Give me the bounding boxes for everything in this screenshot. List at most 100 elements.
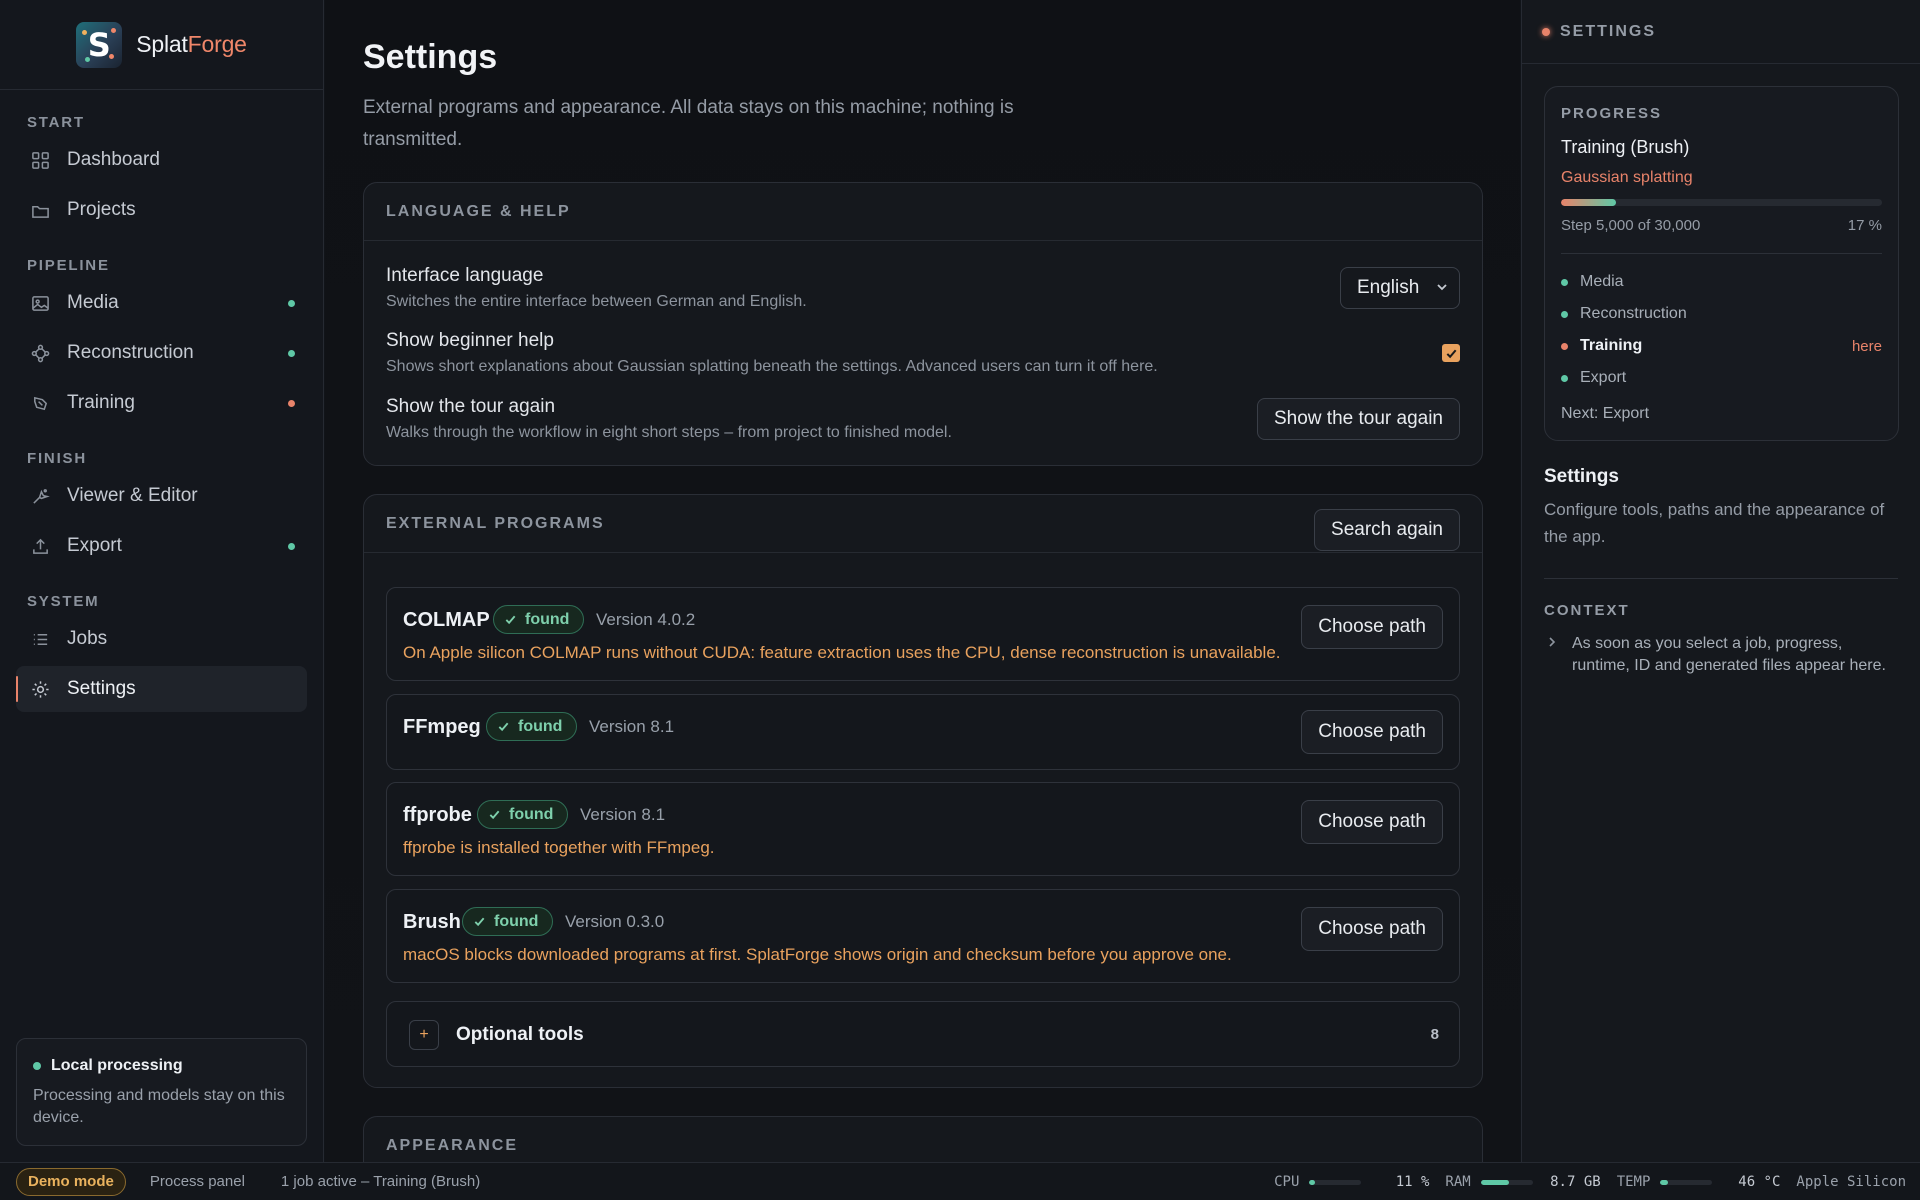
cpu-value: 11 % bbox=[1395, 1174, 1430, 1190]
expand-plus-icon: + bbox=[409, 1020, 439, 1050]
program-note: On Apple silicon COLMAP runs without CUD… bbox=[403, 643, 1281, 662]
program-note: ffprobe is installed together with FFmpe… bbox=[403, 838, 715, 857]
program-name: ffprobe bbox=[403, 804, 472, 826]
setting-interface-language: Interface language Switches the entire i… bbox=[386, 265, 1460, 311]
status-dot bbox=[288, 299, 295, 307]
optional-tools-label: Optional tools bbox=[456, 1024, 584, 1045]
card-header: APPEARANCE bbox=[364, 1117, 1482, 1162]
program-version: Version 8.1 bbox=[589, 717, 675, 736]
choose-path-button[interactable]: Choose path bbox=[1301, 605, 1443, 649]
process-panel-link[interactable]: Process panel bbox=[150, 1173, 245, 1190]
check-icon bbox=[474, 917, 485, 927]
sidebar-item-projects[interactable]: Projects bbox=[16, 187, 307, 233]
sidebar-item-settings[interactable]: Settings bbox=[16, 666, 307, 712]
sidebar-item-media[interactable]: Media bbox=[16, 280, 307, 326]
check-icon bbox=[489, 810, 500, 820]
program-version: Version 8.1 bbox=[580, 805, 666, 824]
choose-path-button[interactable]: Choose path bbox=[1301, 800, 1443, 844]
status-badge: found bbox=[493, 605, 585, 634]
setting-title: Show beginner help bbox=[386, 330, 554, 351]
brand[interactable]: S SplatForge bbox=[0, 0, 323, 90]
program-colmap: COLMAP found Version 4.0.2 On Apple sili… bbox=[386, 587, 1460, 681]
ram-label: RAM bbox=[1445, 1174, 1471, 1190]
page-title: Settings bbox=[363, 38, 498, 76]
program-name: FFmpeg bbox=[403, 716, 481, 738]
panel-header: SETTINGS bbox=[1522, 0, 1920, 64]
sidebar-item-reconstruction[interactable]: Reconstruction bbox=[16, 330, 307, 376]
sidebar-item-label: Reconstruction bbox=[67, 342, 194, 363]
optional-tools-count: 8 bbox=[1430, 1026, 1439, 1043]
stage-media: Media bbox=[1561, 273, 1882, 291]
progress-bar bbox=[1561, 199, 1882, 206]
choose-path-button[interactable]: Choose path bbox=[1301, 710, 1443, 754]
next-stage: Next: Export bbox=[1561, 405, 1650, 422]
temp-bar-fill bbox=[1660, 1179, 1669, 1185]
program-ffprobe: ffprobe found Version 8.1 ffprobe is ins… bbox=[386, 782, 1460, 876]
list-icon bbox=[30, 629, 50, 649]
temp-metric: TEMP 46 °C bbox=[1617, 1174, 1797, 1190]
sidebar-item-viewer-editor[interactable]: Viewer & Editor bbox=[16, 473, 307, 519]
status-dot bbox=[1561, 278, 1568, 286]
stage-reconstruction: Reconstruction bbox=[1561, 305, 1882, 323]
choose-path-button[interactable]: Choose path bbox=[1301, 907, 1443, 951]
progress-card: PROGRESS Training (Brush) Gaussian splat… bbox=[1544, 86, 1899, 441]
nav-section-system: SYSTEM bbox=[27, 593, 100, 610]
setting-title: Interface language bbox=[386, 265, 544, 286]
program-version: Version 4.0.2 bbox=[596, 610, 696, 629]
divider bbox=[1561, 253, 1882, 254]
show-tour-button[interactable]: Show the tour again bbox=[1256, 398, 1460, 440]
card-header: LANGUAGE & HELP bbox=[364, 183, 1482, 241]
context-label: CONTEXT bbox=[1544, 602, 1630, 619]
status-dot bbox=[1542, 27, 1550, 36]
cpu-bar bbox=[1309, 1179, 1362, 1185]
progress-subtitle: Gaussian splatting bbox=[1561, 169, 1693, 186]
language-select[interactable]: English bbox=[1340, 267, 1460, 309]
export-icon bbox=[30, 536, 50, 556]
local-processing-text: Processing and models stay on this devic… bbox=[33, 1087, 285, 1126]
demo-mode-badge[interactable]: Demo mode bbox=[16, 1167, 126, 1196]
setting-desc: Shows short explanations about Gaussian … bbox=[386, 358, 1158, 375]
sidebar-item-export[interactable]: Export bbox=[16, 523, 307, 569]
program-name: Brush bbox=[403, 911, 461, 933]
beginner-help-checkbox[interactable] bbox=[1442, 344, 1460, 362]
status-dot bbox=[288, 399, 295, 407]
sidebar-item-label: Jobs bbox=[67, 628, 108, 649]
sidebar-item-label: Dashboard bbox=[67, 149, 160, 170]
sidebar: S SplatForge START Dashboard Projects PI… bbox=[0, 0, 324, 1162]
chip-label: Apple Silicon bbox=[1796, 1174, 1906, 1190]
sidebar-item-jobs[interactable]: Jobs bbox=[16, 616, 307, 662]
logo-letter: S bbox=[87, 25, 111, 64]
status-dot bbox=[33, 1062, 41, 1070]
sidebar-item-label: Training bbox=[67, 392, 135, 413]
program-version: Version 0.3.0 bbox=[565, 912, 665, 931]
ram-value: 8.7 GB bbox=[1550, 1174, 1601, 1190]
divider bbox=[1544, 578, 1898, 579]
progress-label: PROGRESS bbox=[1561, 105, 1663, 122]
check-icon bbox=[498, 722, 509, 732]
sidebar-item-training[interactable]: Training bbox=[16, 380, 307, 426]
stage-export: Export bbox=[1561, 369, 1882, 387]
active-job-status[interactable]: 1 job active – Training (Brush) bbox=[281, 1173, 480, 1190]
sidebar-item-label: Settings bbox=[67, 678, 136, 699]
sidebar-item-label: Viewer & Editor bbox=[67, 485, 198, 506]
program-note: macOS blocks downloaded programs at firs… bbox=[403, 945, 1232, 964]
check-icon bbox=[505, 615, 516, 625]
temp-value: 46 °C bbox=[1738, 1174, 1781, 1190]
setting-desc: Switches the entire interface between Ge… bbox=[386, 293, 807, 310]
status-bar: Demo mode Process panel 1 job active – T… bbox=[0, 1162, 1920, 1200]
progress-percent: 17 % bbox=[1847, 217, 1882, 234]
status-badge: found bbox=[486, 712, 578, 741]
external-programs-card: EXTERNAL PROGRAMS Search again COLMAP fo… bbox=[363, 494, 1483, 1088]
context-text: As soon as you select a job, progress, r… bbox=[1572, 635, 1886, 674]
sidebar-item-dashboard[interactable]: Dashboard bbox=[16, 137, 307, 183]
sidebar-item-label: Media bbox=[67, 292, 119, 313]
current-stage-tag: here bbox=[1851, 337, 1882, 355]
search-again-button[interactable]: Search again bbox=[1314, 509, 1460, 551]
optional-tools-row[interactable]: + Optional tools 8 bbox=[386, 1001, 1460, 1067]
status-dot bbox=[288, 542, 295, 550]
cpu-metric: CPU 11 % bbox=[1274, 1174, 1445, 1190]
status-dot bbox=[288, 349, 295, 357]
ram-bar-fill bbox=[1480, 1179, 1509, 1185]
progress-job: Training (Brush) bbox=[1561, 137, 1690, 157]
temp-label: TEMP bbox=[1616, 1174, 1651, 1190]
